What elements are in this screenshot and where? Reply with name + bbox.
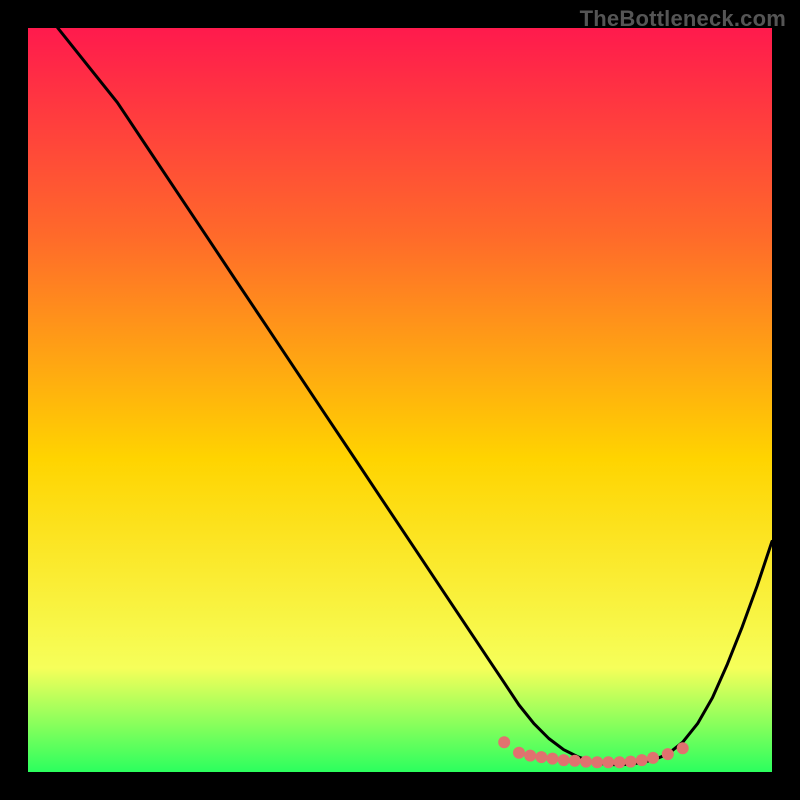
marker-point bbox=[662, 748, 674, 760]
marker-point bbox=[602, 756, 614, 768]
gradient-background bbox=[28, 28, 772, 772]
plot-area bbox=[28, 28, 772, 772]
marker-point bbox=[498, 736, 510, 748]
marker-point bbox=[535, 751, 547, 763]
marker-point bbox=[625, 756, 637, 768]
marker-point bbox=[580, 756, 592, 768]
chart-frame: TheBottleneck.com bbox=[0, 0, 800, 800]
marker-point bbox=[558, 754, 570, 766]
marker-point bbox=[569, 755, 581, 767]
marker-point bbox=[677, 742, 689, 754]
marker-point bbox=[614, 756, 626, 768]
bottleneck-chart bbox=[28, 28, 772, 772]
marker-point bbox=[513, 747, 525, 759]
marker-point bbox=[524, 750, 536, 762]
marker-point bbox=[591, 756, 603, 768]
marker-point bbox=[636, 754, 648, 766]
marker-point bbox=[547, 753, 559, 765]
marker-point bbox=[647, 752, 659, 764]
